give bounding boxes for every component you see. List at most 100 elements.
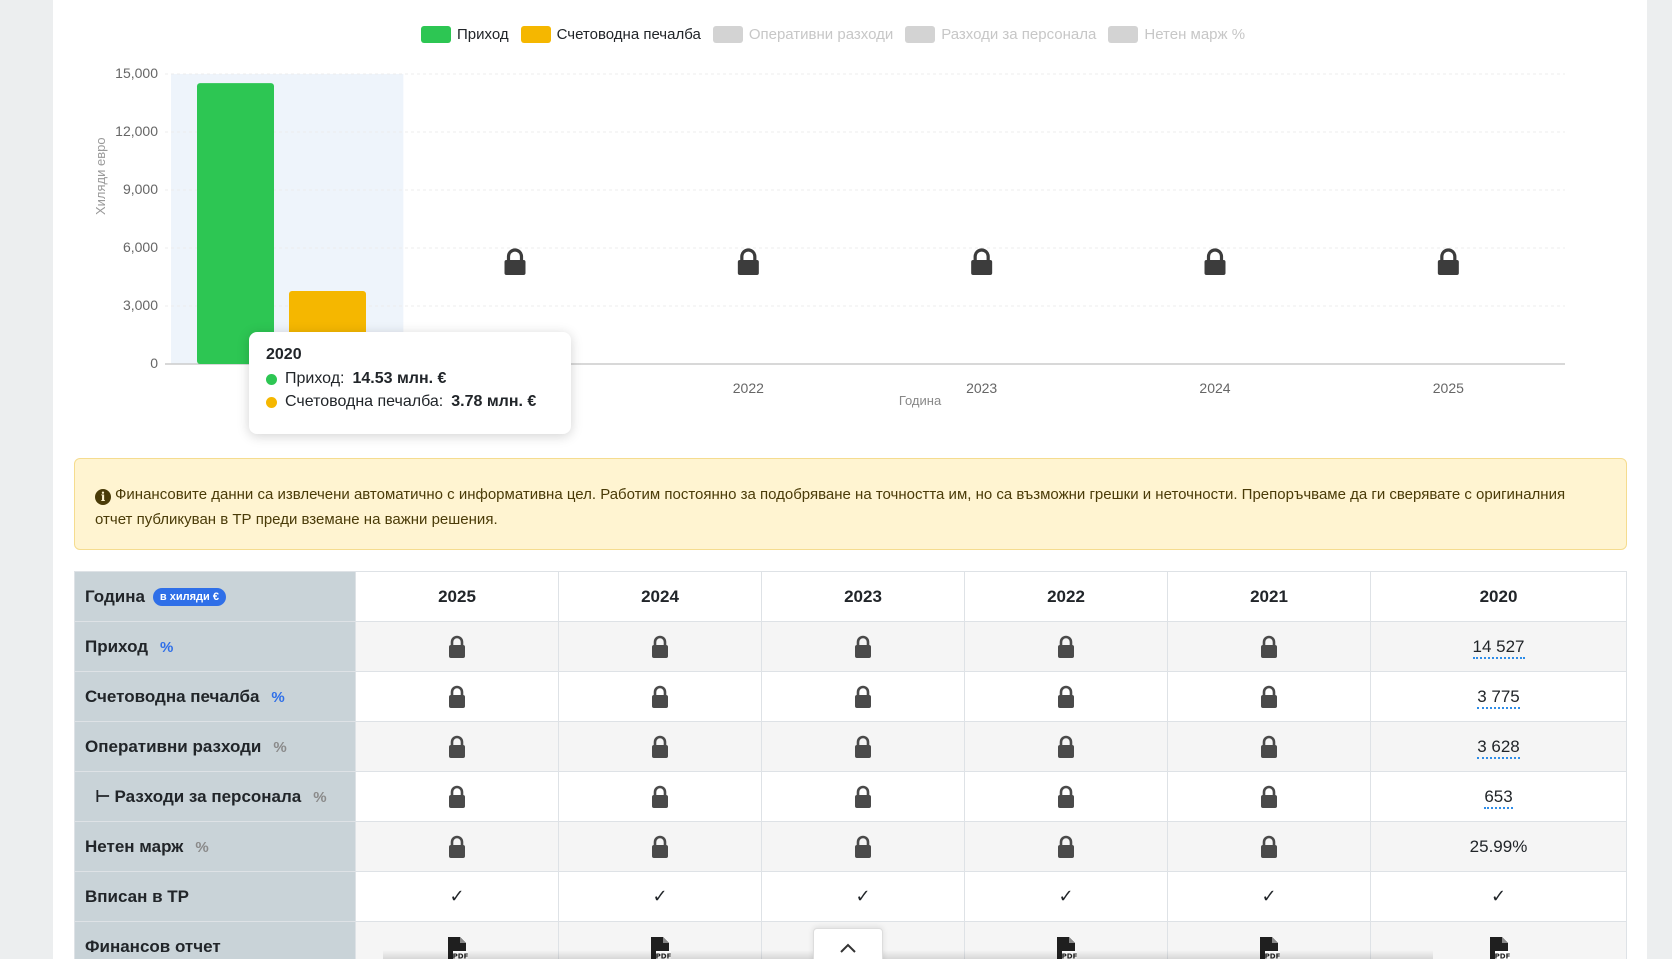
locked-cell — [558, 671, 762, 722]
data-disclaimer-notice: i Финансовите данни са извлечени автомати… — [74, 458, 1627, 550]
legend-swatch — [520, 25, 551, 43]
value-2020[interactable]: 3 775 — [1477, 686, 1520, 709]
value-2020[interactable]: 3 628 — [1477, 736, 1520, 759]
percent-icon[interactable]: % — [313, 789, 326, 806]
units-badge: в хиляди € — [152, 587, 226, 606]
row-label-text: Оперативни разходи — [85, 736, 262, 756]
legend-label: Приход — [457, 25, 509, 43]
tooltip-title: 2020 — [266, 346, 302, 363]
scroll-to-top-button[interactable] — [813, 928, 883, 959]
locked-cell — [355, 821, 559, 872]
bar-Приход[interactable] — [197, 83, 274, 365]
pdf-icon[interactable]: PDF — [1488, 936, 1510, 959]
locked-cell — [761, 821, 965, 872]
locked-cell — [355, 671, 559, 722]
table-header-row: Година в хиляди € 2025 2024 2023 2022 2021 202… — [74, 571, 1627, 622]
lock-icon — [853, 785, 873, 808]
lock-icon — [447, 685, 467, 708]
lock-icon — [1056, 735, 1076, 758]
x-tick-label: 2025 — [1432, 380, 1464, 396]
value-2020[interactable]: 14 527 — [1472, 636, 1525, 659]
financial-table: Година в хиляди € 2025 2024 2023 2022 2021 202… — [74, 571, 1627, 959]
info-icon: i — [95, 489, 111, 505]
lock-icon — [1259, 685, 1279, 708]
tooltip-value: 14.53 млн. € — [352, 370, 447, 387]
lock-icon — [650, 835, 670, 858]
lock-icon — [1056, 685, 1076, 708]
value-2020[interactable]: 653 — [1484, 786, 1513, 809]
check-icon: ✓ — [855, 886, 871, 906]
locked-cell — [1167, 621, 1371, 672]
locked-cell — [558, 821, 762, 872]
y-tick-label: 6,000 — [122, 239, 158, 255]
legend-item[interactable]: Разходи за персонала — [905, 25, 1096, 43]
locked-cell — [355, 721, 559, 772]
lock-icon — [853, 685, 873, 708]
row-label-text: Вписан в ТР — [85, 886, 190, 906]
lock-icon — [853, 835, 873, 858]
percent-icon[interactable]: % — [271, 689, 284, 706]
notice-text: Финансовите данни са извлечени автоматич… — [95, 486, 1566, 528]
locked-cell — [964, 621, 1168, 672]
year-header: 2021 — [1167, 571, 1371, 622]
percent-icon[interactable]: % — [195, 839, 208, 856]
lock-icon — [1259, 835, 1279, 858]
check-cell: ✓ — [558, 871, 762, 922]
row-label-text: Приход — [85, 636, 149, 656]
lock-icon — [1056, 785, 1076, 808]
table-row: Нетен марж% 25.99% — [74, 821, 1627, 872]
percent-icon[interactable]: % — [160, 639, 173, 656]
svg-text:PDF: PDF — [1494, 953, 1509, 959]
x-tick-label: 2024 — [1199, 380, 1231, 396]
lock-icon — [1259, 785, 1279, 808]
financial-panel: 0 3,000 6,000 9,000 12,000 15,000 2022 2023 2024… — [53, 0, 1647, 959]
locked-cell — [1167, 721, 1371, 772]
year-header: 2025 — [355, 571, 559, 622]
lock-icon — [1204, 248, 1226, 275]
row-label: ⊢ Разходи за персонала% — [74, 771, 356, 822]
y-tick-label: 0 — [150, 355, 158, 371]
year-header: 2023 — [761, 571, 965, 622]
locked-cell — [558, 721, 762, 772]
tooltip-value: 3.78 млн. € — [451, 393, 537, 410]
row-label-text: Разходи за персонала — [114, 786, 302, 806]
lock-icon — [853, 635, 873, 658]
legend-swatch — [421, 25, 451, 43]
page-left-gutter — [0, 0, 53, 959]
locked-cell — [1167, 771, 1371, 822]
lock-icon — [737, 248, 759, 275]
table-row: ⊢ Разходи за персонала% 653 — [74, 771, 1627, 822]
check-icon: ✓ — [449, 886, 465, 906]
lock-icon — [853, 735, 873, 758]
bottom-shadow — [383, 950, 1433, 959]
tooltip-dot — [266, 373, 277, 385]
year-header: 2020 — [1370, 571, 1627, 622]
check-icon: ✓ — [1058, 886, 1074, 906]
lock-icon — [1056, 835, 1076, 858]
legend-item[interactable]: Нетен марж % — [1108, 25, 1245, 43]
locked-cell — [761, 671, 965, 722]
table-row: Вписан в ТР ✓ ✓ ✓ ✓ ✓ ✓ — [74, 871, 1627, 922]
lock-icon — [650, 635, 670, 658]
branch-icon: ⊢ — [95, 786, 111, 806]
locked-cell — [558, 771, 762, 822]
locked-cell — [964, 771, 1168, 822]
y-tick-label: 15,000 — [115, 65, 158, 81]
legend-item[interactable]: Счетоводна печалба — [520, 25, 701, 43]
check-cell: ✓ — [761, 871, 965, 922]
locked-cell — [964, 721, 1168, 772]
lock-icon — [504, 248, 526, 275]
legend-label: Оперативни разходи — [748, 25, 894, 43]
legend-swatch — [1108, 25, 1139, 43]
legend-item[interactable]: Приход — [421, 25, 509, 43]
tooltip-label: Счетоводна печалба: — [285, 393, 444, 410]
legend-label: Счетоводна печалба — [556, 25, 701, 43]
locked-cell — [355, 771, 559, 822]
percent-icon[interactable]: % — [273, 739, 286, 756]
legend-swatch — [905, 25, 936, 43]
value-cell: 25.99% — [1370, 821, 1627, 872]
legend-item[interactable]: Оперативни разходи — [712, 25, 894, 43]
row-label-text: Финансов отчет — [85, 936, 221, 956]
value-cell: 14 527 — [1370, 621, 1627, 672]
year-header: 2022 — [964, 571, 1168, 622]
